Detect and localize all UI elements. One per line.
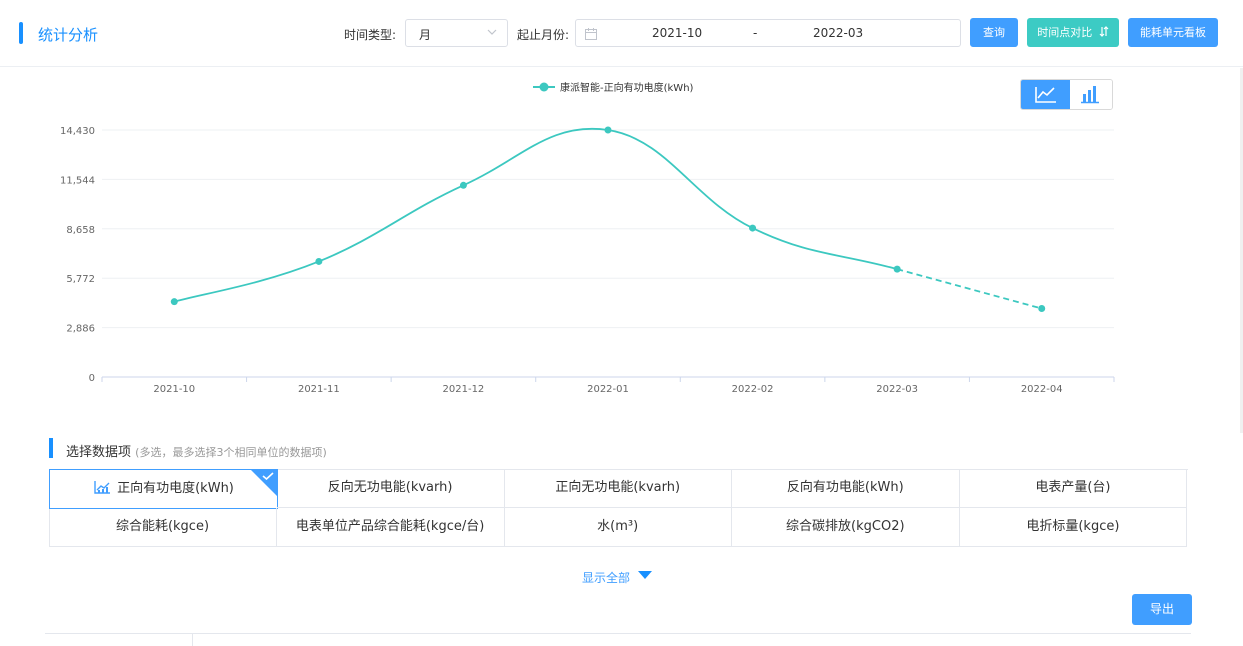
check-icon [262,472,274,480]
data-item-option[interactable]: 反向无功电能(kvarh) [276,469,505,508]
trend-chart-icon [94,480,111,494]
data-item-option[interactable]: 水(m³) [504,508,733,547]
data-item-option[interactable]: 电表单位产品综合能耗(kgce/台) [276,508,505,547]
y-tick-label: 0 [89,373,95,384]
y-axis-ticks: 0 2,886 5,772 8,658 11,544 14,430 [60,126,95,384]
data-point [604,126,612,134]
caret-down-icon[interactable] [638,571,652,579]
section-hint: (多选，最多选择3个相同单位的数据项) [135,446,327,459]
x-tick-label: 2021-11 [298,384,340,395]
x-tick-label: 2022-02 [732,384,774,395]
section-accent-bar [49,438,53,458]
x-tick-label: 2022-01 [587,384,629,395]
data-item-label: 综合能耗(kgce) [115,519,210,534]
query-button[interactable]: 查询 [970,18,1018,47]
chevron-down-icon [487,29,497,35]
series-line [174,127,898,303]
data-item-label: 综合碳排放(kgCO2) [786,519,905,534]
table-column-divider [192,634,193,646]
data-table-header [45,633,1191,646]
data-item-option[interactable]: 电表产量(台) [959,469,1188,508]
x-tick-label: 2022-03 [876,384,918,395]
data-item-grid: 正向有功电度(kWh) 反向无功电能(kvarh) 正向无功电能(kvarh) 反向有… [49,469,1188,547]
x-tick-label: 2021-10 [153,384,195,395]
y-tick-label: 14,430 [60,126,95,137]
y-tick-label: 2,886 [66,324,95,335]
data-point [893,265,901,273]
title-accent-bar [19,22,23,44]
data-item-label: 水(m³) [597,519,639,534]
y-tick-label: 5,772 [66,274,95,285]
chart-points [170,126,1046,313]
data-item-option[interactable]: 综合能耗(kgce) [49,508,277,547]
data-item-option[interactable]: 正向无功电能(kvarh) [504,469,733,508]
x-tick-label: 2021-12 [443,384,485,395]
energy-unit-board-label: 能耗单元看板 [1140,26,1206,39]
y-tick-label: 8,658 [66,225,95,236]
export-button[interactable]: 导出 [1132,594,1192,625]
data-item-option[interactable]: 电折标量(kgce) [959,508,1188,547]
time-type-value: 月 [419,28,432,42]
query-button-label: 查询 [983,26,1005,39]
data-item-label: 反向无功电能(kvarh) [327,480,453,495]
chart-series [174,127,1042,310]
data-point [315,257,323,265]
month-range-picker[interactable]: 2021-10 - 2022-03 [575,19,961,47]
section-title-text: 选择数据项 [66,445,132,460]
data-item-label: 电表单位产品综合能耗(kgce/台) [295,519,485,534]
data-item-option[interactable]: 综合碳排放(kgCO2) [731,508,960,547]
data-point [170,298,178,306]
chart-legend[interactable]: 康派智能-正向有功电度(kWh) [533,81,694,94]
export-button-label: 导出 [1149,602,1174,616]
calendar-icon [585,28,597,40]
section-title: 选择数据项 (多选，最多选择3个相同单位的数据项) [66,441,327,460]
data-point [459,181,467,189]
x-tick-label: 2022-04 [1021,384,1063,395]
data-point [1038,305,1046,313]
data-item-label: 反向有功电能(kWh) [786,480,904,495]
time-type-label: 时间类型: [344,28,397,42]
show-all-link[interactable]: 显示全部 [582,569,630,586]
chart-gridlines [102,129,1114,378]
data-item-option[interactable]: 反向有功电能(kWh) [731,469,960,508]
time-compare-label: 时间点对比 [1037,26,1093,39]
data-item-label: 电折标量(kgce) [1026,519,1120,534]
toolbar-header: 统计分析 时间类型: 月 起止月份: 2021-10 - 2022-03 查询 … [0,0,1243,67]
sort-arrows-icon [1099,26,1109,37]
series-line-forecast [896,268,1042,310]
data-point [749,224,757,232]
end-month-input[interactable]: 2022-03 [813,26,863,40]
energy-unit-board-button[interactable]: 能耗单元看板 [1128,18,1218,47]
line-chart: 康派智能-正向有功电度(kWh) 0 2,886 5,772 8,658 11,544 1… [60,81,1115,395]
date-separator: - [753,26,758,40]
y-tick-label: 11,544 [60,175,95,186]
time-type-select[interactable]: 月 [405,19,508,47]
month-range-label: 起止月份: [517,28,570,42]
legend-marker [539,82,549,92]
data-item-option[interactable]: 正向有功电度(kWh) [49,469,278,509]
data-item-label: 正向有功电度(kWh) [117,481,234,496]
start-month-input[interactable]: 2021-10 [652,26,702,40]
time-compare-button[interactable]: 时间点对比 [1027,18,1119,47]
data-item-label: 正向无功电能(kvarh) [555,480,681,495]
legend-label: 康派智能-正向有功电度(kWh) [560,81,694,94]
data-item-label: 电表产量(台) [1035,480,1111,495]
x-axis: 2021-10 2021-11 2021-12 2022-01 2022-02 2022-… [101,377,1115,395]
page-title: 统计分析 [38,26,99,44]
